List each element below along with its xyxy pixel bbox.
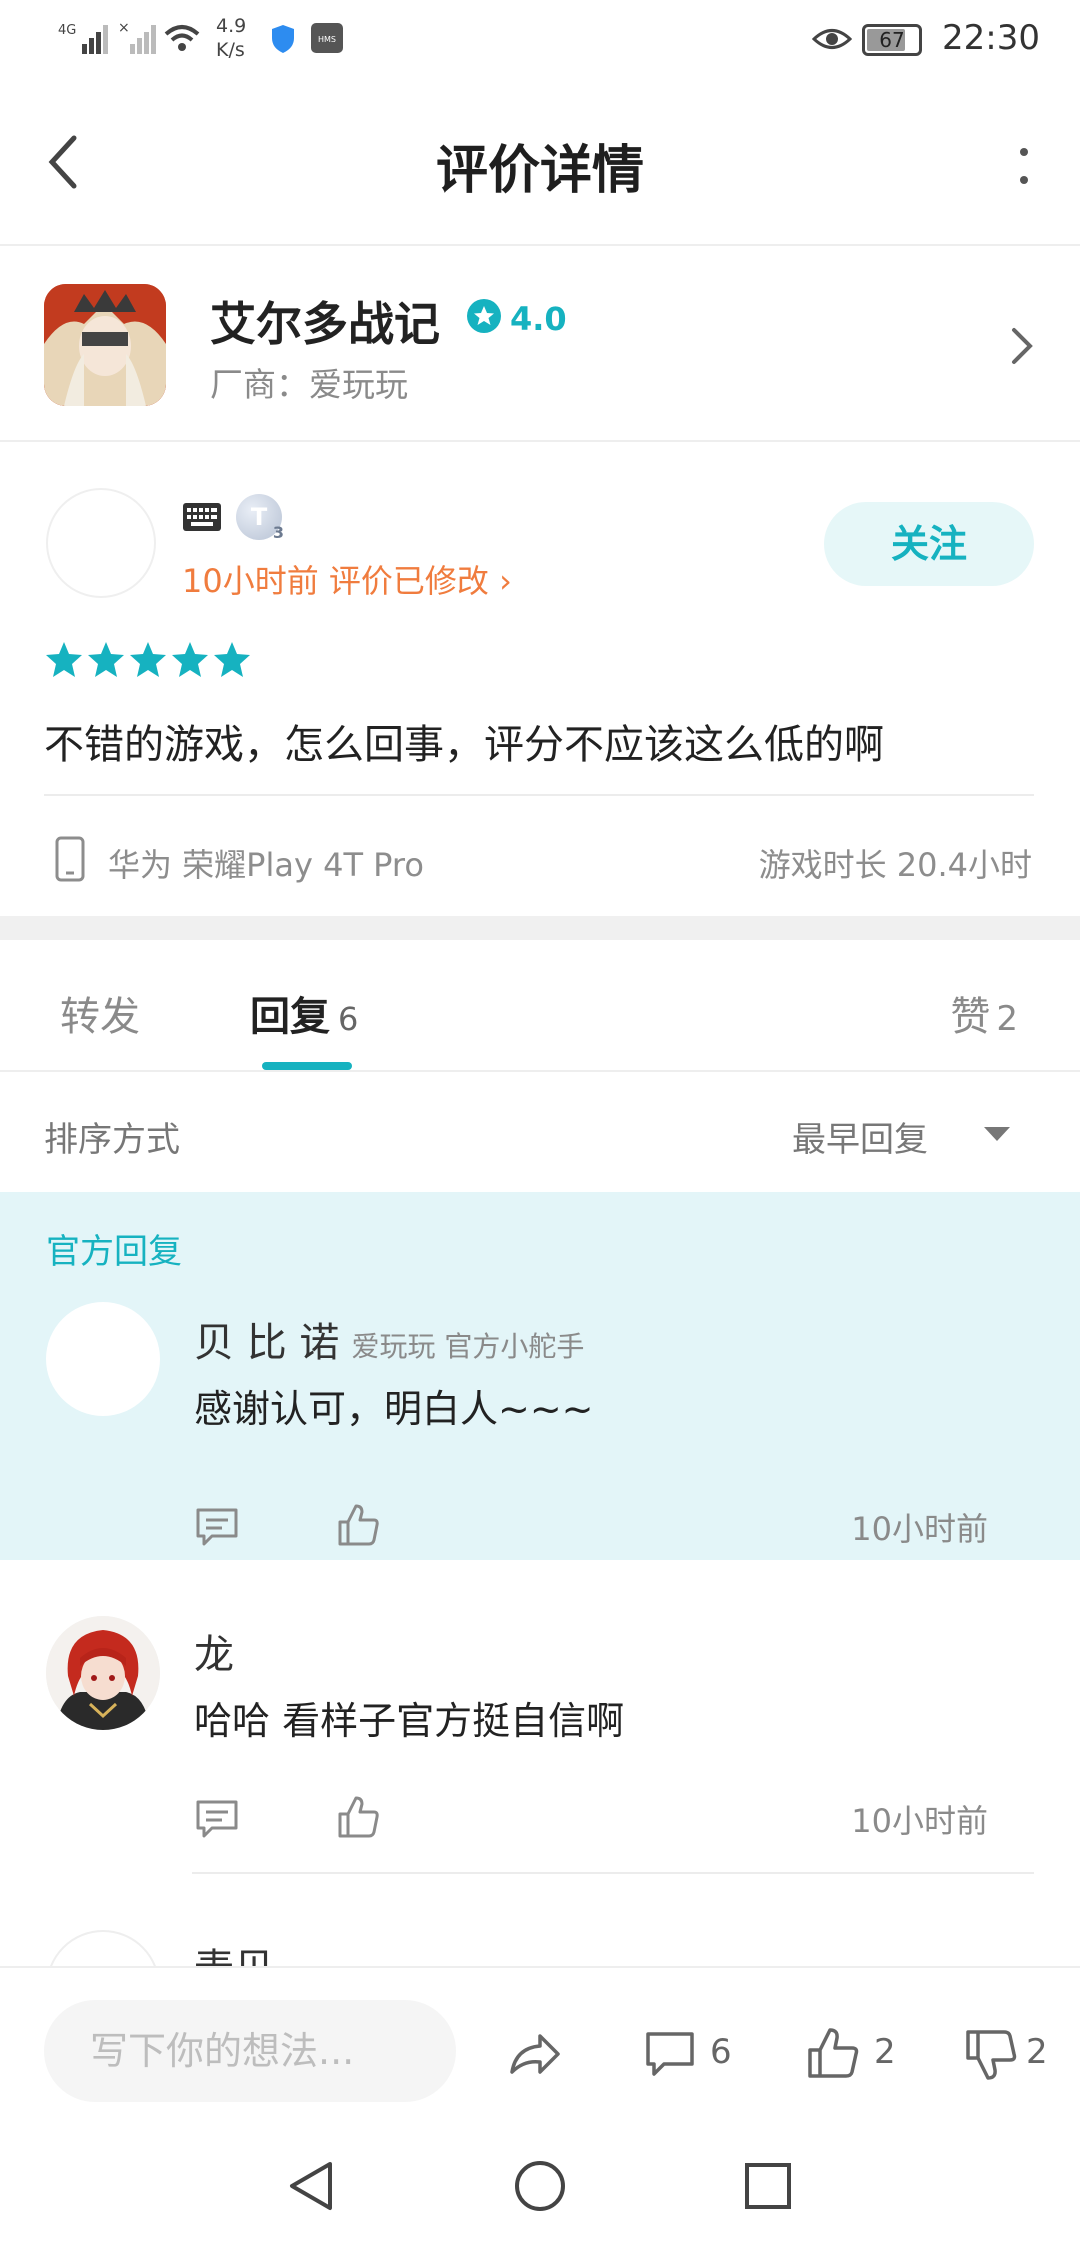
tab-forward[interactable]: 转发 [60, 984, 140, 1042]
comment-count: 6 [710, 2032, 732, 2072]
phone-icon [55, 836, 85, 882]
star-icon [88, 642, 124, 677]
tab-like-label: 赞 [950, 994, 991, 1040]
active-tab-indicator [262, 1062, 352, 1070]
game-card[interactable]: 艾尔多战记 4.0 厂商：爱玩玩 [0, 248, 1080, 442]
game-vendor: 厂商：爱玩玩 [210, 365, 408, 404]
bottom-action-bar: 6 2 2 [0, 1966, 1080, 2130]
reply-avatar[interactable] [46, 1616, 160, 1730]
net-speed: 4.9 K/s [216, 15, 247, 61]
game-rating: 4.0 [510, 300, 567, 338]
review-meta[interactable]: 10小时前 评价已修改 › [182, 556, 512, 602]
comment-icon[interactable] [194, 1796, 240, 1842]
share-icon[interactable] [506, 2026, 562, 2082]
divider [192, 1872, 1034, 1874]
signal-icon: 4G [58, 23, 108, 54]
tab-reply[interactable]: 回复 6 [250, 984, 358, 1042]
reply-text: 哈哈 看样子官方挺自信啊 [194, 1699, 625, 1743]
svg-text:4G: 4G [58, 23, 76, 38]
follow-button[interactable]: 关注 [824, 502, 1034, 586]
divider [0, 1070, 1080, 1072]
star-icon [130, 642, 166, 677]
review-stars [44, 640, 254, 680]
shield-icon [272, 25, 294, 53]
svg-text:HMS: HMS [318, 35, 336, 44]
divider [44, 794, 1034, 796]
tab-like[interactable]: 赞2 [950, 984, 1018, 1042]
rating-star-icon [467, 299, 501, 333]
keyboard-icon [183, 503, 221, 531]
official-tag: 爱玩玩 官方小舵手 [351, 1330, 585, 1363]
tab-reply-count: 6 [338, 1000, 359, 1038]
game-icon [44, 284, 166, 406]
tab-reply-label: 回复 [250, 994, 330, 1040]
nav-recents-icon[interactable] [740, 2158, 796, 2214]
reply-time: 10小时前 [851, 1802, 988, 1840]
game-name: 艾尔多战记 [210, 297, 440, 351]
svg-text:×: × [118, 20, 130, 36]
playtime: 游戏时长 20.4小时 [758, 846, 1032, 884]
user-level-badge: T3 [236, 494, 284, 542]
app-header: 评价详情 [0, 80, 1080, 246]
system-nav-bar [0, 2130, 1080, 2244]
eye-icon [812, 29, 852, 49]
tab-like-count: 2 [996, 999, 1018, 1039]
dislike-count: 2 [1026, 2032, 1048, 2072]
star-icon [46, 642, 82, 677]
sort-dropdown[interactable]: 最早回复 [792, 1112, 928, 1161]
official-avatar[interactable] [46, 1302, 160, 1416]
status-bar: 4G × 4.9 K/s HMS 67 22:30 [0, 0, 1080, 80]
official-reply-time: 10小时前 [851, 1510, 988, 1548]
thumbs-up-icon[interactable] [806, 2026, 862, 2082]
thumbs-down-icon[interactable] [964, 2026, 1020, 2082]
section-gap [0, 916, 1080, 940]
caret-down-icon[interactable] [982, 1124, 1012, 1144]
nav-back-icon[interactable] [284, 2158, 340, 2214]
reviewer-avatar[interactable] [46, 488, 156, 598]
star-icon [172, 642, 208, 677]
thumbs-up-icon[interactable] [336, 1794, 382, 1840]
wifi-icon [164, 25, 200, 51]
like-count: 2 [874, 2032, 896, 2072]
review-text: 不错的游戏，怎么回事，评分不应该这么低的啊 [44, 722, 884, 768]
nav-home-icon[interactable] [512, 2158, 568, 2214]
reply-name: 龙 [194, 1632, 234, 1678]
device-info: 华为 荣耀Play 4T Pro [108, 846, 424, 884]
battery-icon: 67 [862, 24, 922, 56]
thumbs-up-icon[interactable] [336, 1502, 382, 1548]
official-reply-label: 官方回复 [46, 1232, 182, 1272]
more-options-icon[interactable] [1018, 146, 1030, 186]
signal-2-icon: × [118, 20, 156, 54]
star-icon [214, 642, 250, 677]
comment-input[interactable] [44, 2000, 456, 2102]
official-reply: 官方回复 贝 比 诺爱玩玩 官方小舵手 感谢认可，明白人~~~ 10小时前 [0, 1192, 1080, 1560]
hms-icon: HMS [311, 23, 343, 53]
sort-label: 排序方式 [44, 1120, 180, 1160]
status-time: 22:30 [942, 18, 1040, 58]
comment-icon[interactable] [194, 1504, 240, 1550]
comment-icon[interactable] [642, 2026, 698, 2082]
official-reply-text: 感谢认可，明白人~~~ [194, 1387, 594, 1431]
chevron-right-icon [1012, 328, 1033, 364]
page-title: 评价详情 [435, 141, 644, 201]
official-name: 贝 比 诺爱玩玩 官方小舵手 [194, 1320, 585, 1366]
